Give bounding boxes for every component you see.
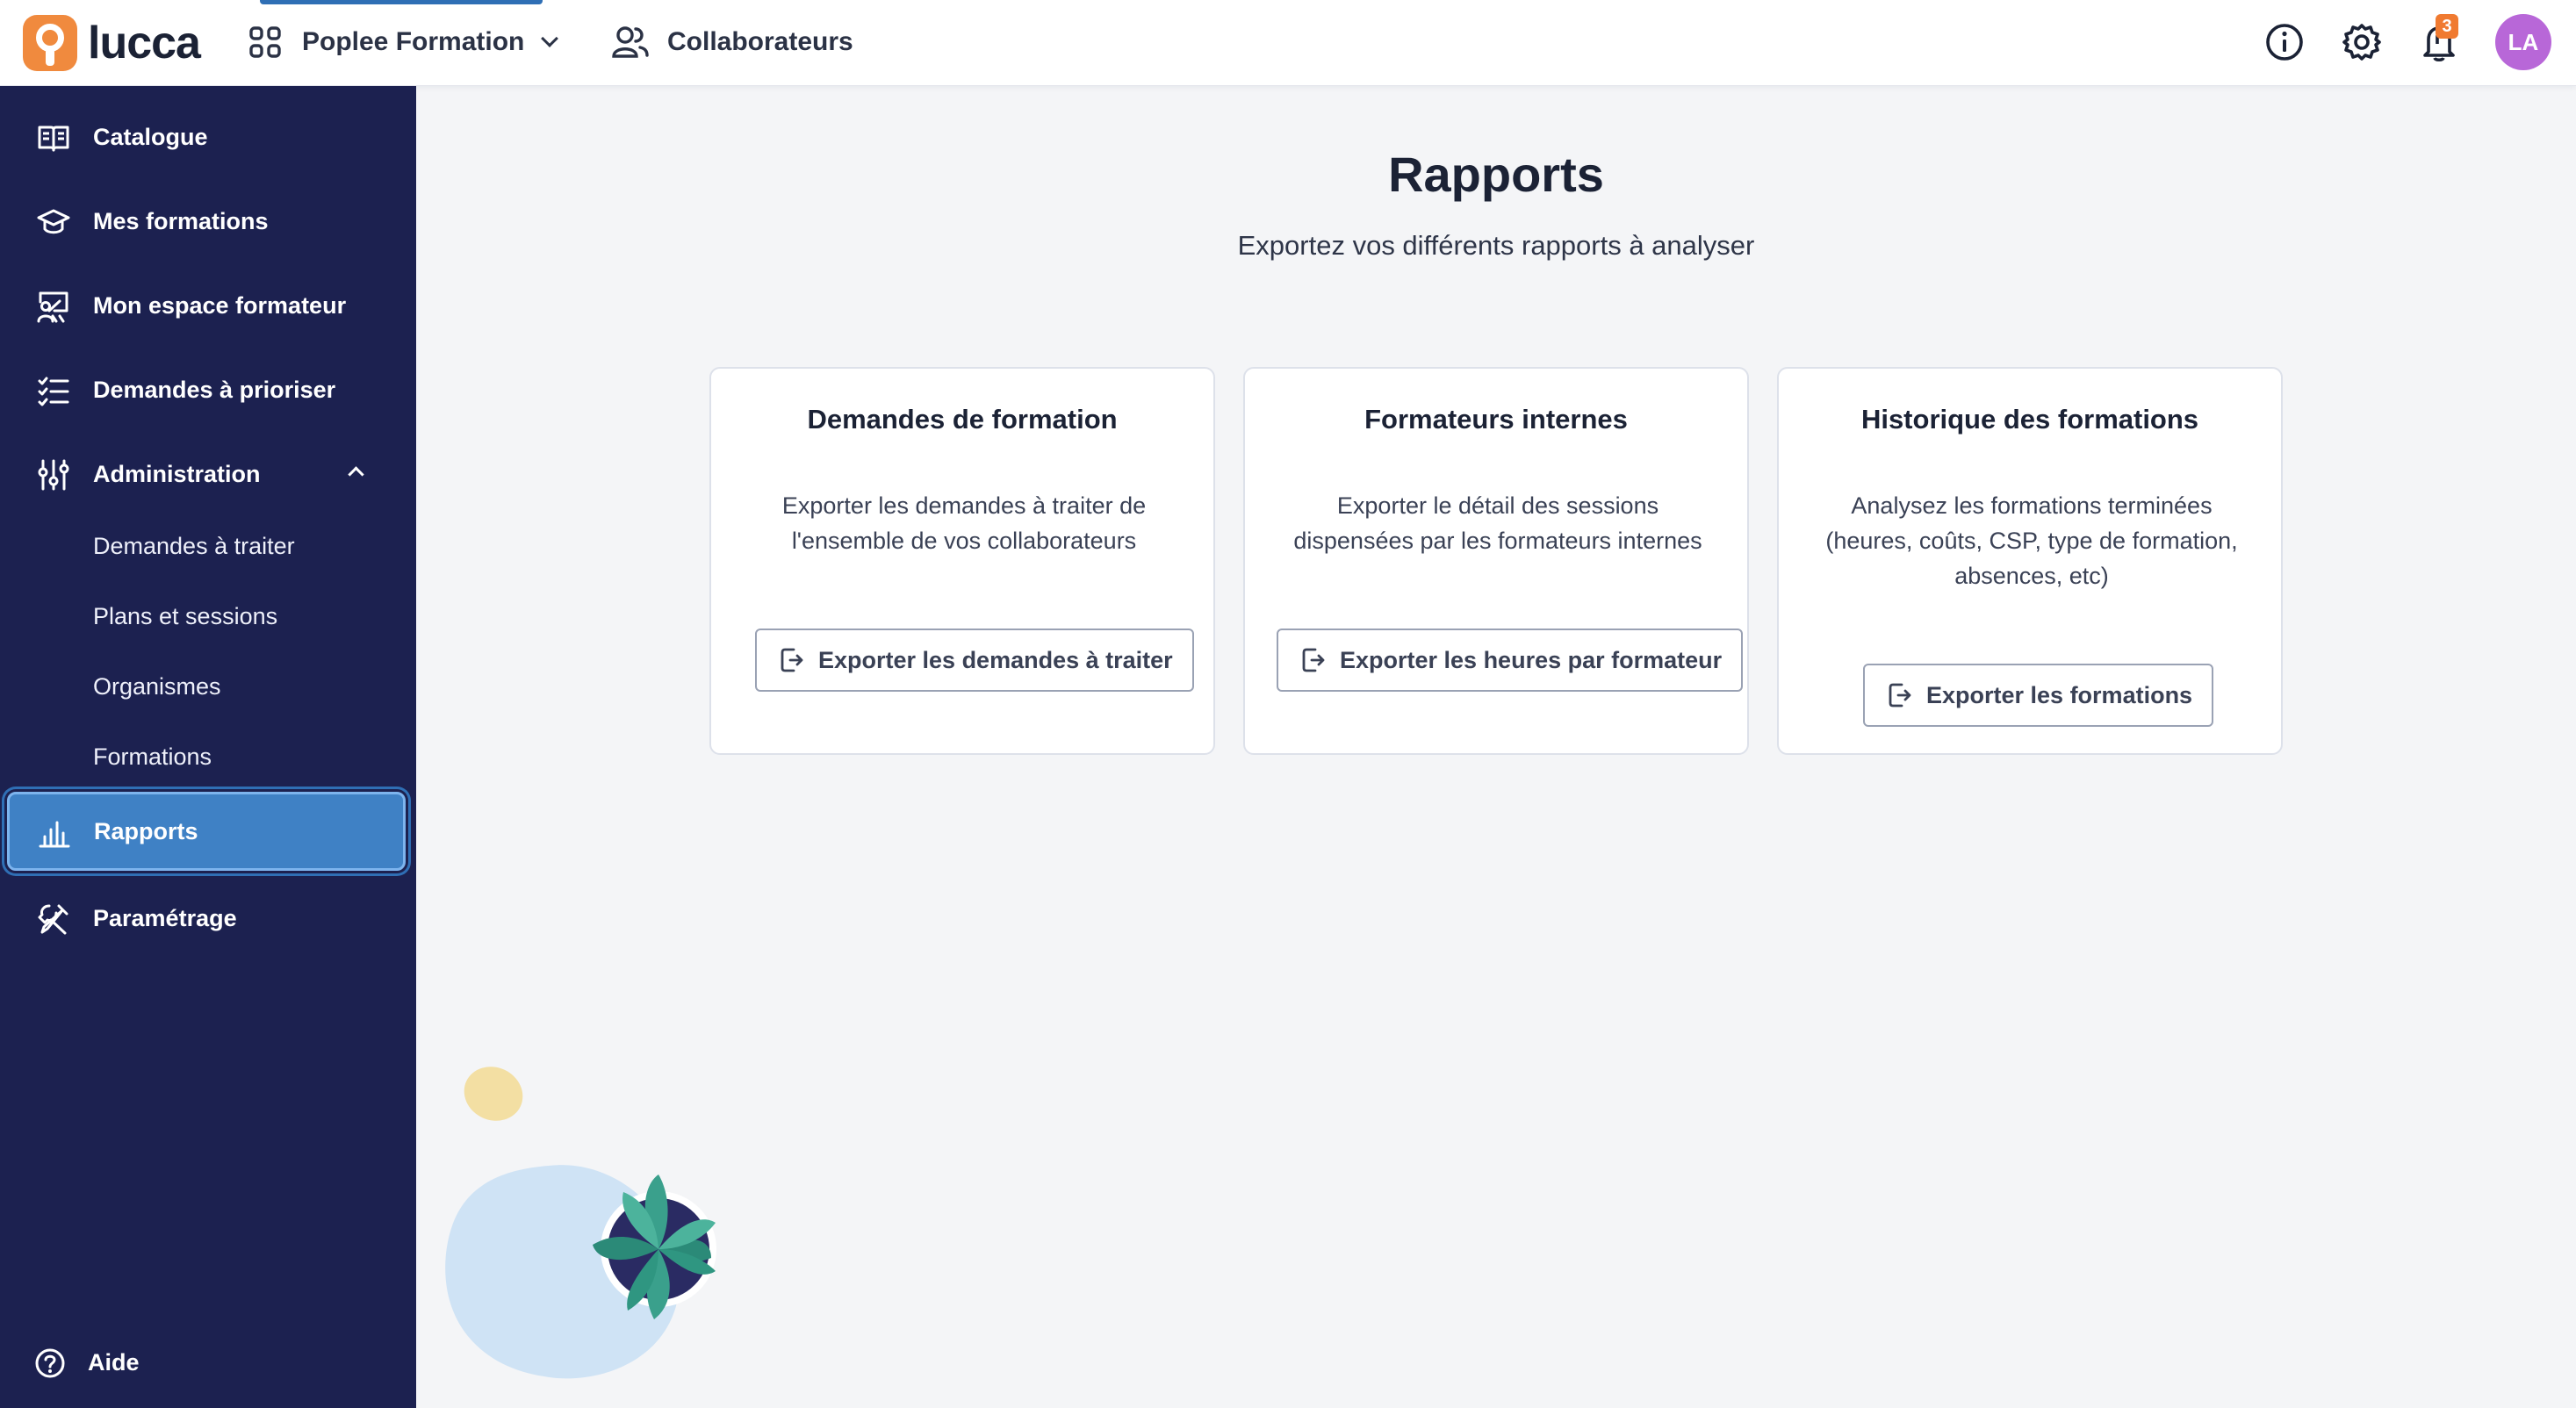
report-card-demandes: Demandes de formation Exporter les deman… (709, 367, 1215, 755)
button-label: Exporter les demandes à traiter (818, 646, 1173, 673)
card-description: Exporter les demandes à traiter de l'ens… (781, 492, 1147, 554)
sidebar-item-label: Formations (93, 743, 212, 770)
report-card-formateurs: Formateurs internes Exporter le détail d… (1243, 367, 1749, 755)
chevron-down-icon (541, 30, 559, 47)
sidebar-item-parametrage[interactable]: Paramétrage (9, 883, 406, 953)
button-label: Exporter les heures par formateur (1340, 646, 1723, 673)
card-title: Historique des formations (1860, 404, 2199, 435)
info-icon (2266, 24, 2303, 61)
help-label: Aide (88, 1348, 140, 1376)
presentation-icon (37, 291, 68, 323)
sidebar-item-catalogue[interactable]: Catalogue (9, 102, 406, 172)
help-icon (35, 1348, 65, 1378)
sidebar-item-label: Organismes (93, 672, 221, 700)
notification-count-badge: 3 (2436, 14, 2458, 39)
info-button[interactable] (2263, 21, 2306, 63)
card-description: Analysez les formations terminées (heure… (1825, 492, 2238, 589)
sidebar-item-label: Mon espace formateur (93, 291, 347, 319)
page-title: Rapports (1388, 147, 1604, 202)
apps-grid-icon (249, 26, 281, 58)
sidebar-item-administration[interactable]: Administration (9, 439, 406, 509)
sidebar-item-label: Administration (93, 460, 261, 487)
report-card-historique: Historique des formations Analysez les f… (1777, 367, 2283, 755)
sidebar-subitem-formations[interactable]: Formations (9, 722, 406, 792)
card-title: Formateurs internes (1364, 404, 1628, 435)
checklist-icon (38, 377, 69, 406)
plant-illustration (445, 1067, 716, 1379)
sidebar-item-rapports[interactable]: Rapports (7, 792, 406, 871)
sidebar-item-demandes-prioriser[interactable]: Demandes à prioriser (9, 355, 406, 425)
button-label: Exporter les formations (1926, 681, 2193, 708)
sidebar-item-label: Rapports (94, 817, 198, 844)
graduation-cap-icon (37, 209, 70, 234)
export-heures-formateur-button[interactable]: Exporter les heures par formateur (1277, 629, 1744, 692)
card-description: Exporter le détail des sessions dispensé… (1293, 492, 1702, 554)
sidebar-item-aide[interactable]: Aide (9, 1327, 406, 1397)
logo-text: lucca (88, 18, 201, 68)
sidebar-subitem-plans-sessions[interactable]: Plans et sessions (9, 581, 406, 651)
sidebar-item-label: Mes formations (93, 207, 269, 234)
card-title: Demandes de formation (807, 404, 1118, 435)
sidebar-item-label: Plans et sessions (93, 602, 278, 629)
sidebar-subitem-demandes-traiter[interactable]: Demandes à traiter (9, 511, 406, 581)
active-app-indicator (260, 0, 543, 4)
export-formations-button[interactable]: Exporter les formations (1863, 664, 2214, 727)
bar-chart-icon (39, 821, 70, 848)
page-subtitle: Exportez vos différents rapports à analy… (1237, 230, 1755, 261)
sidebar-item-mes-formations[interactable]: Mes formations (9, 186, 406, 256)
collaborators-link[interactable]: Collaborateurs (611, 0, 853, 84)
sidebar: Catalogue Mes formations Mon espace form… (0, 86, 416, 1408)
export-demandes-button[interactable]: Exporter les demandes à traiter (755, 629, 1194, 692)
gear-icon (2342, 24, 2381, 61)
sidebar-subitem-organismes[interactable]: Organismes (9, 651, 406, 722)
export-icon (1889, 683, 1911, 708)
top-bar: lucca Poplee Formation Collaborateurs 3 … (0, 0, 2576, 86)
sliders-icon (38, 459, 69, 491)
tools-icon (38, 904, 68, 935)
user-avatar[interactable]: LA (2495, 14, 2551, 70)
book-open-icon (38, 126, 69, 152)
sidebar-item-label: Catalogue (93, 123, 208, 150)
sidebar-item-label: Demandes à traiter (93, 532, 295, 559)
sidebar-item-label: Demandes à prioriser (93, 376, 336, 403)
sidebar-item-espace-formateur[interactable]: Mon espace formateur (9, 270, 406, 341)
app-switcher[interactable]: Poplee Formation (246, 0, 559, 84)
notifications-button[interactable]: 3 (2418, 14, 2460, 63)
settings-button[interactable] (2341, 21, 2383, 63)
export-icon (1302, 648, 1325, 672)
lucca-logo[interactable]: lucca (23, 14, 201, 72)
sidebar-item-label: Paramétrage (93, 904, 237, 931)
lucca-logo-mark (23, 15, 77, 71)
collaborators-label: Collaborateurs (667, 27, 853, 56)
users-icon (612, 26, 649, 58)
chevron-up-icon (348, 466, 364, 483)
export-icon (781, 648, 803, 672)
app-switch-label: Poplee Formation (302, 27, 525, 56)
